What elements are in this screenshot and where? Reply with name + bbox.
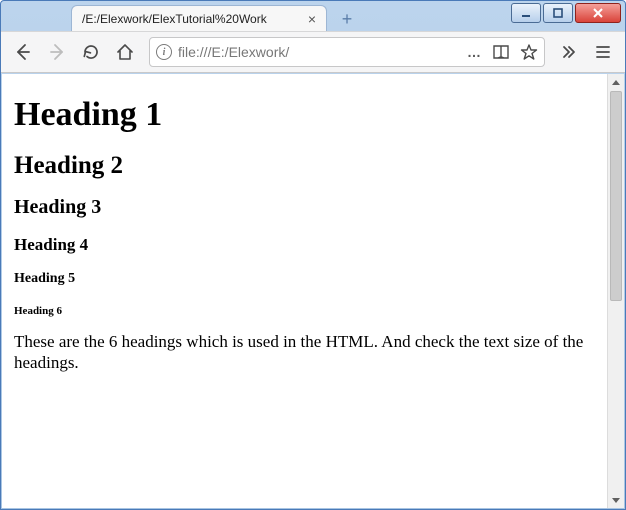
close-icon[interactable]: × bbox=[304, 11, 320, 27]
heading-3: Heading 3 bbox=[14, 196, 595, 219]
tab-title: /E:/Elexwork/ElexTutorial%20Work bbox=[82, 12, 298, 26]
minimize-button[interactable] bbox=[511, 3, 541, 23]
heading-6: Heading 6 bbox=[14, 305, 595, 317]
url-text: file:///E:/Elexwork/ bbox=[178, 44, 461, 60]
forward-button[interactable] bbox=[41, 36, 73, 68]
title-bar: /E:/Elexwork/ElexTutorial%20Work × + bbox=[1, 1, 625, 31]
heading-4: Heading 4 bbox=[14, 235, 595, 255]
vertical-scrollbar[interactable] bbox=[607, 74, 624, 508]
scroll-track[interactable] bbox=[608, 91, 624, 491]
home-button[interactable] bbox=[109, 36, 141, 68]
tab-strip: /E:/Elexwork/ElexTutorial%20Work × + bbox=[71, 1, 359, 31]
hamburger-icon bbox=[594, 43, 612, 61]
url-actions: … bbox=[467, 43, 538, 61]
paragraph: These are the 6 headings which is used i… bbox=[14, 331, 595, 374]
maximize-button[interactable] bbox=[543, 3, 573, 23]
navigation-toolbar: i file:///E:/Elexwork/ … bbox=[1, 31, 625, 73]
app-menu-button[interactable] bbox=[587, 36, 619, 68]
reload-icon bbox=[82, 43, 100, 61]
close-icon bbox=[591, 7, 605, 19]
reload-button[interactable] bbox=[75, 36, 107, 68]
minimize-icon bbox=[520, 7, 532, 19]
close-button[interactable] bbox=[575, 3, 621, 23]
new-tab-button[interactable]: + bbox=[335, 8, 359, 30]
home-icon bbox=[116, 43, 134, 61]
back-arrow-icon bbox=[13, 42, 33, 62]
heading-2: Heading 2 bbox=[14, 152, 595, 180]
heading-5: Heading 5 bbox=[14, 271, 595, 287]
forward-arrow-icon bbox=[47, 42, 67, 62]
page-actions-icon[interactable]: … bbox=[467, 44, 482, 60]
scroll-down-arrow-icon[interactable] bbox=[608, 491, 624, 508]
scroll-up-arrow-icon[interactable] bbox=[608, 74, 624, 91]
window-controls bbox=[511, 3, 621, 23]
reader-mode-icon[interactable] bbox=[492, 44, 510, 60]
url-bar[interactable]: i file:///E:/Elexwork/ … bbox=[149, 37, 545, 67]
maximize-icon bbox=[552, 7, 564, 19]
tab-active[interactable]: /E:/Elexwork/ElexTutorial%20Work × bbox=[71, 5, 327, 31]
bookmark-star-icon[interactable] bbox=[520, 43, 538, 61]
overflow-button[interactable] bbox=[553, 36, 585, 68]
site-info-icon[interactable]: i bbox=[156, 44, 172, 60]
heading-1: Heading 1 bbox=[14, 96, 595, 134]
page-content: Heading 1 Heading 2 Heading 3 Heading 4 … bbox=[2, 74, 607, 508]
scroll-thumb[interactable] bbox=[610, 91, 622, 301]
chevron-double-right-icon bbox=[560, 43, 578, 61]
plus-icon: + bbox=[342, 9, 353, 30]
page-viewport: Heading 1 Heading 2 Heading 3 Heading 4 … bbox=[2, 74, 624, 508]
back-button[interactable] bbox=[7, 36, 39, 68]
browser-window: /E:/Elexwork/ElexTutorial%20Work × + bbox=[0, 0, 626, 510]
